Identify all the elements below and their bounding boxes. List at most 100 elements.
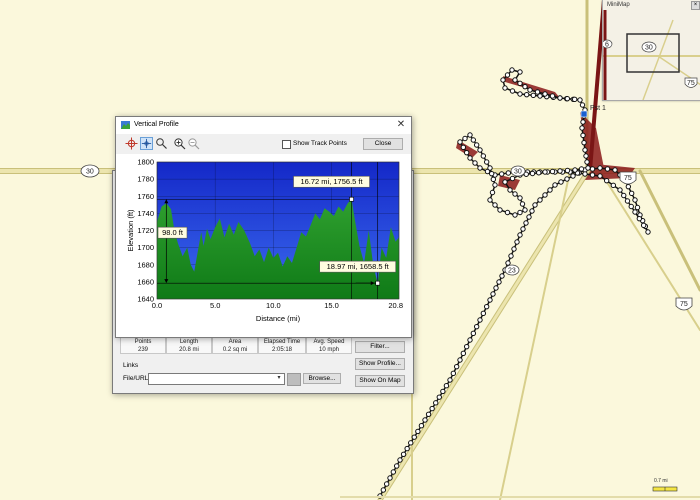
track-point xyxy=(477,317,483,323)
track-point xyxy=(490,176,497,183)
track-point xyxy=(393,463,400,469)
close-icon[interactable]: ✕ xyxy=(395,119,407,130)
track-point xyxy=(597,173,603,179)
show-profile-button[interactable]: Show Profile... xyxy=(355,358,405,370)
file-url-label: File/URL: xyxy=(123,375,151,382)
y-tick-label: 1660 xyxy=(137,277,154,286)
minimap-close-icon[interactable]: × xyxy=(691,1,700,10)
minimap-window[interactable]: MiniMap × 30 6 75 xyxy=(602,0,700,101)
track-point xyxy=(390,469,397,475)
track-point xyxy=(411,434,417,440)
minimap-canvas[interactable]: 30 6 75 xyxy=(603,10,700,100)
track-point xyxy=(504,209,511,216)
minimap-viewport[interactable] xyxy=(626,33,680,73)
track-point xyxy=(529,170,536,177)
zoom-in-icon[interactable] xyxy=(173,137,186,150)
elevation-chart[interactable]: 1640 1660 1680 1700 1720 1740 1760 1780 1800 0.0… xyxy=(124,154,407,332)
track-point xyxy=(489,189,496,196)
track-point xyxy=(404,445,410,452)
y-tick-labels: 164016601680170017201740176017801800 xyxy=(137,158,154,304)
file-url-input[interactable] xyxy=(148,373,285,385)
track-point xyxy=(603,177,610,184)
link-action-icon[interactable] xyxy=(287,373,301,386)
stat-elapsed-time: Elapsed Time 2:05:18 xyxy=(258,337,306,354)
chevron-down-icon[interactable]: ▾ xyxy=(275,374,283,383)
track-point xyxy=(512,77,518,83)
track-point xyxy=(504,72,511,78)
stat-avg-speed: Avg. Speed 10 mph xyxy=(306,337,352,354)
show-track-points-label: Show Track Points xyxy=(293,140,347,147)
x-tick-labels: 0.0 5.0 10.0 15.0 20.8 xyxy=(152,301,403,310)
stat-length: Length 20.8 mi xyxy=(166,337,212,354)
track-point xyxy=(542,91,548,97)
track-point xyxy=(624,198,631,204)
track-point xyxy=(480,310,487,317)
track-point xyxy=(457,357,463,363)
track-point xyxy=(523,91,530,98)
track-point xyxy=(400,451,407,457)
track-point xyxy=(422,417,428,423)
track-point xyxy=(632,209,638,215)
waypoint-icon[interactable] xyxy=(580,110,588,118)
track-point xyxy=(463,149,470,156)
track-point xyxy=(472,160,478,166)
dialog-title: Vertical Profile xyxy=(134,121,179,128)
zoom-rectangle-icon[interactable] xyxy=(155,137,168,150)
track-stats-table: Points 239 Length 20.8 mi Area 0.2 sq mi… xyxy=(120,337,352,354)
track-point xyxy=(529,208,535,214)
links-label: Links xyxy=(123,362,139,369)
track-point xyxy=(612,167,618,173)
track-point xyxy=(450,370,457,377)
track-point xyxy=(507,187,513,193)
track-point xyxy=(443,383,450,389)
move-cursor-icon[interactable] xyxy=(140,137,153,150)
browse-button[interactable]: Browse... xyxy=(303,373,341,384)
track-point xyxy=(453,363,460,370)
cursor-marker xyxy=(349,196,354,202)
track-point xyxy=(517,209,523,216)
track-point xyxy=(483,303,490,310)
minimap-shield-6: 6 xyxy=(605,42,609,49)
svg-text:75: 75 xyxy=(624,175,632,182)
stat-points: Points 239 xyxy=(120,337,166,354)
cursor-1-label: 16.72 mi, 1756.5 ft xyxy=(300,177,363,186)
track-point xyxy=(473,142,480,148)
elevation-chart-svg[interactable]: 164016601680170017201740176017801800 0.0… xyxy=(124,154,407,332)
track-point xyxy=(480,153,487,159)
track-point xyxy=(537,197,543,203)
close-button[interactable]: Close xyxy=(363,138,403,150)
show-on-map-button[interactable]: Show On Map xyxy=(355,375,405,387)
track-point xyxy=(467,155,473,161)
track-point xyxy=(579,125,585,131)
track-point xyxy=(380,487,387,493)
track-point xyxy=(408,440,414,446)
track-point xyxy=(492,202,498,208)
show-track-points-checkbox[interactable] xyxy=(282,140,291,149)
track-point xyxy=(517,69,523,75)
zoom-out-icon[interactable] xyxy=(187,137,200,150)
track-point xyxy=(549,168,556,175)
vertical-profile-titlebar[interactable]: Vertical Profile ✕ xyxy=(116,117,411,133)
track-point xyxy=(552,182,558,188)
track-point xyxy=(488,170,495,177)
track-point xyxy=(571,96,578,103)
track-point xyxy=(534,89,541,95)
track-point xyxy=(542,192,548,198)
track-point xyxy=(517,232,523,238)
track-point xyxy=(512,212,518,218)
track-point xyxy=(582,147,588,153)
track-point xyxy=(418,423,425,429)
track-point xyxy=(502,179,508,185)
vertical-profile-dialog[interactable]: Vertical Profile ✕ Show Track Points Clo… xyxy=(115,116,412,338)
x-tick-label: 15.0 xyxy=(324,301,339,310)
crosshair-icon[interactable] xyxy=(125,137,138,150)
track-point xyxy=(610,182,617,189)
track-point xyxy=(509,88,516,94)
track-point xyxy=(487,197,493,203)
track-point xyxy=(589,166,596,172)
shield-30-east: 30 xyxy=(510,165,526,177)
track-point xyxy=(433,400,439,406)
filter-button[interactable]: Filter... xyxy=(355,341,405,353)
track-point xyxy=(490,291,496,297)
track-point xyxy=(387,475,393,481)
